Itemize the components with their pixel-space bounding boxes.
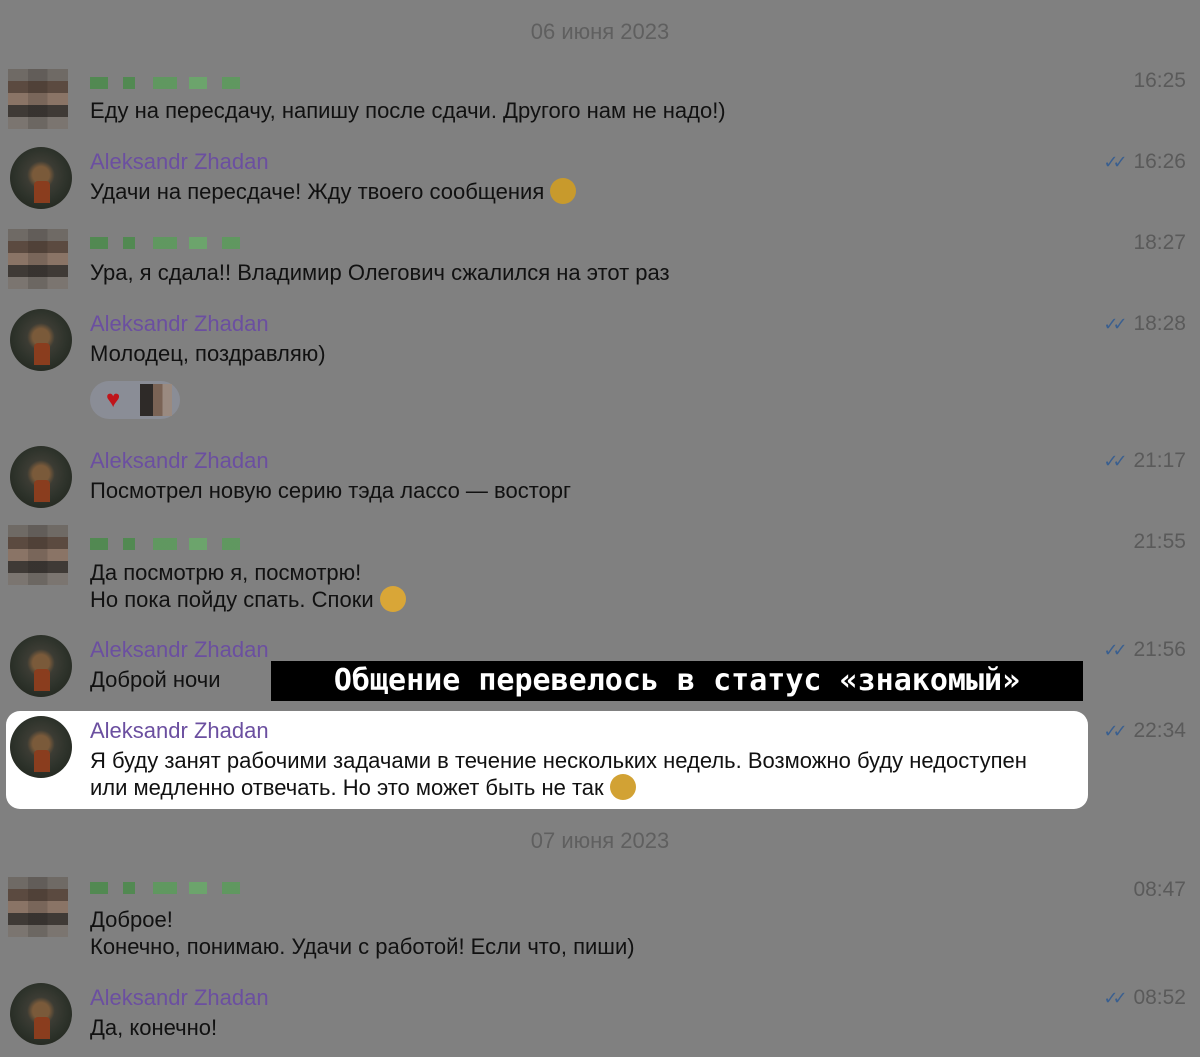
- message-time: 21:55: [1133, 530, 1186, 553]
- message-text: Но пока пойду спать. Споки: [90, 586, 406, 613]
- double-check-icon: ✓✓: [1103, 721, 1127, 741]
- avatar[interactable]: [8, 69, 68, 129]
- redacted-sender-name: [90, 77, 240, 89]
- double-check-icon: ✓✓: [1103, 988, 1127, 1008]
- sender-name[interactable]: Aleksandr Zhadan: [90, 985, 269, 1011]
- avatar[interactable]: [10, 446, 72, 508]
- reaction-chip[interactable]: ♥: [90, 381, 180, 419]
- message-time: ✓✓ 18:28: [1103, 312, 1186, 336]
- double-check-icon: ✓✓: [1103, 640, 1127, 660]
- message-text: Еду на пересдачу, напишу после сдачи. Др…: [90, 98, 726, 123]
- message-time: ✓✓ 16:26: [1103, 150, 1186, 174]
- message-time: 16:25: [1133, 69, 1186, 92]
- message-text-content: Удачи на пересдаче! Жду твоего сообщения: [90, 179, 545, 204]
- time-label: 18:28: [1133, 312, 1186, 335]
- message-text: Да посмотрю я, посмотрю!: [90, 560, 362, 585]
- double-check-icon: ✓✓: [1103, 314, 1127, 334]
- message-time: 18:27: [1133, 231, 1186, 254]
- sender-name[interactable]: Aleksandr Zhadan: [90, 718, 269, 744]
- avatar[interactable]: [10, 716, 72, 778]
- sender-name[interactable]: Aleksandr Zhadan: [90, 149, 269, 175]
- date-separator: 07 июня 2023: [530, 828, 670, 853]
- double-check-icon: ✓✓: [1103, 451, 1127, 471]
- message-time: 08:47: [1133, 878, 1186, 901]
- time-label: 08:52: [1133, 986, 1186, 1009]
- time-label: 21:17: [1133, 449, 1186, 472]
- date-separator: 06 июня 2023: [530, 19, 670, 44]
- heart-icon: ♥: [106, 386, 121, 413]
- thinking-face-icon: [609, 774, 636, 800]
- time-label: 22:34: [1133, 719, 1186, 742]
- redacted-sender-name: [90, 237, 240, 249]
- message-text: Посмотрел новую серию тэда лассо — восто…: [90, 478, 572, 503]
- sleeping-face-icon: [379, 586, 406, 612]
- message-time: ✓✓ 22:34: [1103, 719, 1186, 743]
- message-text: или медленно отвечать. Но это может быть…: [90, 774, 636, 801]
- message-text: Да, конечно!: [90, 1015, 218, 1040]
- avatar[interactable]: [10, 147, 72, 209]
- sender-name[interactable]: Aleksandr Zhadan: [90, 448, 269, 474]
- slightly-smiling-face-icon: [550, 178, 577, 204]
- avatar[interactable]: [8, 229, 68, 289]
- message-text-content: или медленно отвечать. Но это может быть…: [90, 775, 604, 800]
- message-text: Я буду занят рабочими задачами в течение…: [90, 748, 1027, 773]
- redacted-sender-name: [90, 882, 240, 894]
- avatar[interactable]: [10, 983, 72, 1045]
- time-label: 21:56: [1133, 638, 1186, 661]
- message-time: ✓✓ 21:56: [1103, 638, 1186, 662]
- reaction-avatar: [140, 384, 172, 416]
- sender-name[interactable]: Aleksandr Zhadan: [90, 311, 269, 337]
- message-text-content: Но пока пойду спать. Споки: [90, 587, 374, 612]
- message-text: Удачи на пересдаче! Жду твоего сообщения: [90, 178, 577, 205]
- message-text: Конечно, понимаю. Удачи с работой! Если …: [90, 934, 635, 959]
- avatar[interactable]: [10, 635, 72, 697]
- double-check-icon: ✓✓: [1103, 152, 1127, 172]
- message-text: Доброе!: [90, 907, 173, 932]
- message-text: Доброй ночи: [90, 667, 221, 692]
- sender-name[interactable]: Aleksandr Zhadan: [90, 637, 269, 663]
- message-text: Молодец, поздравляю): [90, 341, 326, 366]
- message-text: Ура, я сдала!! Владимир Олегович сжалилс…: [90, 260, 670, 285]
- redacted-sender-name: [90, 538, 240, 550]
- message-time: ✓✓ 08:52: [1103, 986, 1186, 1010]
- message-time: ✓✓ 21:17: [1103, 449, 1186, 473]
- avatar[interactable]: [8, 877, 68, 937]
- time-label: 16:26: [1133, 150, 1186, 173]
- status-banner: Общение перевелось в статус «знакомый»: [271, 661, 1083, 701]
- avatar[interactable]: [8, 525, 68, 585]
- avatar[interactable]: [10, 309, 72, 371]
